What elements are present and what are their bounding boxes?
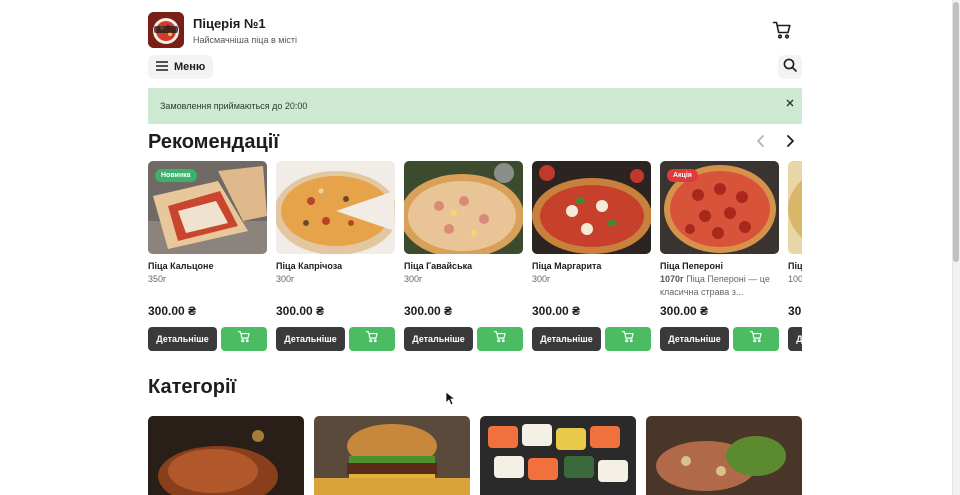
add-to-cart-button[interactable] — [605, 327, 651, 351]
product-price: 300.00 ₴ — [404, 304, 453, 318]
cart-icon — [621, 330, 635, 348]
add-to-cart-button[interactable] — [733, 327, 779, 351]
details-button[interactable]: Детальніше — [532, 327, 601, 351]
product-image[interactable]: Новинка — [148, 161, 267, 254]
pizzeria-logo[interactable] — [148, 12, 184, 48]
add-to-cart-button[interactable] — [477, 327, 523, 351]
details-button[interactable]: Детальніше — [788, 327, 802, 351]
product-image[interactable]: Акція — [660, 161, 779, 254]
product-card[interactable]: Піца Гавайська 300г 300.00 ₴ Детальніше — [404, 161, 523, 356]
product-name[interactable]: Піца Гавайська — [404, 261, 472, 271]
add-to-cart-button[interactable] — [221, 327, 267, 351]
product-weight: 300г — [532, 274, 551, 284]
product-weight: 300г — [404, 274, 423, 284]
details-button[interactable]: Детальніше — [148, 327, 217, 351]
product-image[interactable] — [276, 161, 395, 254]
product-badge: Акція — [667, 169, 698, 182]
product-card[interactable]: Піца Маргарита 300г 300.00 ₴ Детальніше — [532, 161, 651, 356]
product-image[interactable] — [404, 161, 523, 254]
menu-button[interactable]: Меню — [148, 55, 214, 79]
product-image[interactable] — [788, 161, 802, 254]
product-badge: Новинка — [155, 169, 197, 182]
category-card[interactable] — [314, 416, 470, 495]
product-card[interactable]: Акція Піца Пепероні 1070г Піца Пепероні … — [660, 161, 779, 356]
product-weight: 300г — [276, 274, 295, 284]
product-price: 30 — [788, 304, 802, 318]
category-card[interactable] — [148, 416, 304, 495]
product-image[interactable] — [532, 161, 651, 254]
details-button[interactable]: Детальніше — [276, 327, 345, 351]
header: Піцерія №1 Найсмачніша піца в місті — [148, 12, 802, 48]
category-card[interactable] — [646, 416, 802, 495]
product-name[interactable]: Піц — [788, 261, 802, 271]
product-weight: 350г — [148, 274, 167, 284]
chevron-right-icon[interactable] — [783, 134, 797, 148]
recommendations-title: Рекомендації — [148, 131, 279, 153]
notice-banner: Замовлення приймаються до 20:00 — [148, 88, 802, 124]
product-price: 300.00 ₴ — [532, 304, 581, 318]
menu-label: Меню — [174, 61, 206, 73]
product-name[interactable]: Піца Пепероні — [660, 261, 723, 271]
product-card[interactable]: Піц 100 30 Детальніше — [788, 161, 802, 356]
brand-title: Піцерія №1 — [193, 16, 266, 31]
details-button[interactable]: Детальніше — [404, 327, 473, 351]
cart-icon — [749, 330, 763, 348]
product-weight: 100 — [788, 274, 802, 284]
scrollbar-thumb[interactable] — [953, 2, 959, 262]
product-card[interactable]: Піца Капрічоза 300г 300.00 ₴ Детальніше — [276, 161, 395, 356]
nav-bar: Меню — [148, 55, 802, 79]
product-description: 1070г Піца Пепероні — це класична страва… — [660, 273, 779, 299]
cart-icon — [365, 330, 379, 348]
product-name[interactable]: Піца Маргарита — [532, 261, 601, 271]
recommendations-carousel[interactable]: Новинка Піца Кальцоне 350г 300.00 ₴ Дета… — [148, 161, 802, 356]
product-weight: 1070г — [660, 274, 684, 284]
cart-icon — [493, 330, 507, 348]
categories-grid — [148, 416, 802, 495]
close-icon[interactable] — [785, 95, 795, 107]
product-card[interactable]: Новинка Піца Кальцоне 350г 300.00 ₴ Дета… — [148, 161, 267, 356]
product-name[interactable]: Піца Кальцоне — [148, 261, 213, 271]
product-name[interactable]: Піца Капрічоза — [276, 261, 342, 271]
search-icon — [783, 58, 797, 77]
chevron-left-icon[interactable] — [754, 134, 768, 148]
mouse-cursor-icon — [445, 391, 457, 406]
add-to-cart-button[interactable] — [349, 327, 395, 351]
details-button[interactable]: Детальніше — [660, 327, 729, 351]
page-scrollbar[interactable] — [952, 0, 960, 495]
cart-icon[interactable] — [772, 20, 792, 40]
category-card[interactable] — [480, 416, 636, 495]
brand-subtitle: Найсмачніша піца в місті — [193, 35, 298, 45]
search-button[interactable] — [778, 55, 802, 79]
hamburger-icon — [156, 58, 168, 76]
notice-text: Замовлення приймаються до 20:00 — [160, 101, 308, 111]
product-price: 300.00 ₴ — [148, 304, 197, 318]
cart-icon — [237, 330, 251, 348]
product-price: 300.00 ₴ — [660, 304, 709, 318]
product-price: 300.00 ₴ — [276, 304, 325, 318]
categories-title: Категорії — [148, 376, 237, 398]
